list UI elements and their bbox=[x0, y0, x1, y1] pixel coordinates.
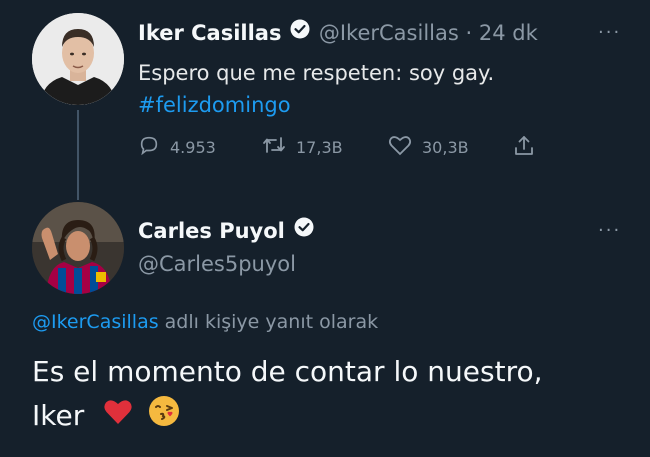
author-name[interactable]: Carles Puyol bbox=[138, 219, 285, 243]
reply-button[interactable]: 4.953 bbox=[138, 134, 216, 160]
share-icon bbox=[512, 136, 536, 162]
reply-to-text: adlı kişiye yanıt olarak bbox=[158, 311, 379, 333]
hashtag-link[interactable]: #felizdomingo bbox=[138, 90, 291, 120]
timestamp[interactable]: 24 dk bbox=[479, 21, 538, 45]
reply-icon bbox=[138, 134, 160, 160]
separator-dot: · bbox=[465, 21, 473, 45]
retweet-count: 17,3B bbox=[296, 137, 343, 157]
reply-count: 4.953 bbox=[170, 137, 216, 157]
retweet-button[interactable]: 17,3B bbox=[262, 134, 343, 160]
thread-line bbox=[77, 110, 79, 200]
author-handle[interactable]: @IkerCasillas bbox=[319, 21, 459, 45]
like-icon bbox=[388, 134, 412, 160]
author-handle[interactable]: @Carles5puyol bbox=[138, 250, 296, 278]
avatar-casillas[interactable] bbox=[32, 13, 124, 105]
kiss-emoji bbox=[148, 395, 180, 440]
more-icon[interactable]: ··· bbox=[598, 24, 621, 42]
tweet-text-line1: Es el momento de contar lo nuestro, bbox=[32, 355, 543, 388]
reply-context: @IkerCasillas adlı kişiye yanıt olarak bbox=[32, 308, 378, 336]
like-count: 30,3B bbox=[422, 137, 469, 157]
like-button[interactable]: 30,3B bbox=[388, 134, 469, 160]
verified-icon bbox=[290, 18, 310, 46]
reply-to-link[interactable]: @IkerCasillas bbox=[32, 311, 159, 333]
tweet-text: Espero que me respeten: soy gay. bbox=[138, 61, 495, 85]
tweet-text: Es el momento de contar lo nuestro, Iker bbox=[32, 350, 543, 440]
more-icon[interactable]: ··· bbox=[598, 222, 621, 240]
share-button[interactable] bbox=[512, 134, 536, 162]
author-name[interactable]: Iker Casillas bbox=[138, 21, 281, 45]
heart-emoji bbox=[103, 395, 133, 439]
retweet-icon bbox=[262, 134, 286, 160]
verified-icon bbox=[294, 216, 314, 244]
tweet-text-line2: Iker bbox=[32, 394, 543, 440]
avatar-puyol[interactable] bbox=[32, 202, 124, 294]
